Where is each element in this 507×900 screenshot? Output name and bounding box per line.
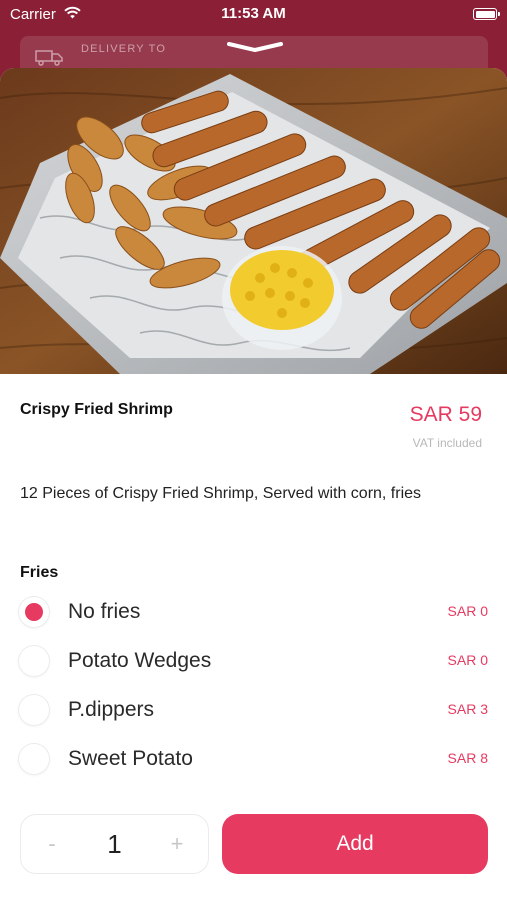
option-label: Potato Wedges (68, 649, 212, 672)
clock: 11:53 AM (221, 5, 286, 22)
status-bar: Carrier 11:53 AM (0, 0, 507, 30)
option-sweet-potato[interactable]: Sweet Potato SAR 8 (0, 737, 507, 781)
option-potato-wedges[interactable]: Potato Wedges SAR 0 (0, 639, 507, 683)
quantity-value: 1 (107, 829, 122, 859)
radio-button[interactable] (19, 744, 49, 774)
options-group-title: Fries (20, 564, 59, 581)
add-to-cart-button[interactable]: Add (222, 814, 488, 874)
option-label: No fries (68, 600, 141, 623)
increase-quantity-button[interactable]: + (146, 815, 208, 873)
option-price: SAR 8 (447, 750, 488, 766)
delivery-to-label: DELIVERY TO (81, 43, 167, 55)
chevron-down-icon[interactable] (226, 40, 284, 54)
decrease-quantity-button[interactable]: - (21, 815, 83, 873)
vat-note: VAT included (412, 436, 482, 450)
option-label: Sweet Potato (68, 747, 193, 770)
radio-button-selected[interactable] (19, 597, 49, 627)
quantity-stepper: - 1 + (20, 814, 209, 874)
product-price: SAR 59 (409, 403, 482, 426)
product-sheet: Crispy Fried Shrimp SAR 59 VAT included … (0, 68, 507, 900)
product-image (0, 68, 507, 374)
product-title: Crispy Fried Shrimp (20, 401, 173, 418)
option-price: SAR 0 (447, 652, 488, 668)
radio-button[interactable] (19, 646, 49, 676)
option-p-dippers[interactable]: P.dippers SAR 3 (0, 688, 507, 732)
option-label: P.dippers (68, 698, 155, 721)
product-description: 12 Pieces of Crispy Fried Shrimp, Served… (20, 485, 422, 502)
option-price: SAR 0 (447, 603, 488, 619)
radio-button[interactable] (19, 695, 49, 725)
option-price: SAR 3 (447, 701, 488, 717)
option-no-fries[interactable]: No fries SAR 0 (0, 590, 507, 634)
battery-icon (473, 8, 500, 20)
